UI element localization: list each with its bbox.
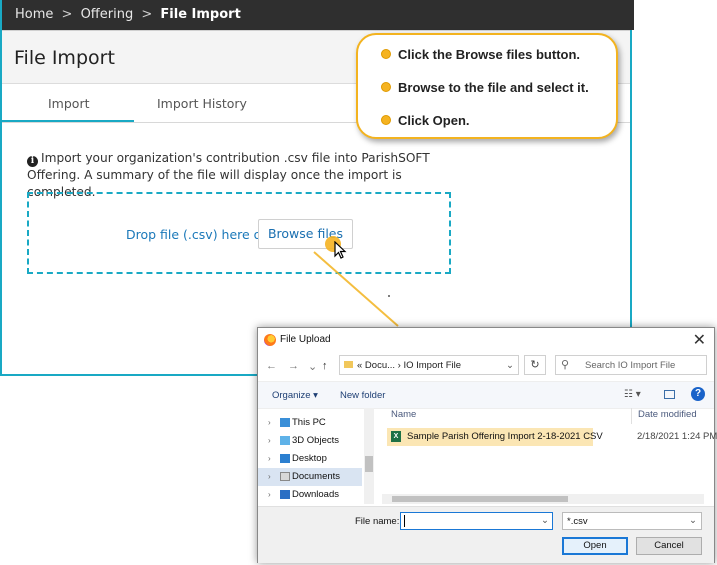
breadcrumb: Home > Offering > File Import — [2, 0, 634, 30]
breadcrumb-home[interactable]: Home — [15, 7, 53, 22]
nav-item-this-pc[interactable]: › This PC — [258, 414, 362, 432]
chevron-down-icon[interactable]: ⌄ — [506, 360, 514, 371]
navigation-pane: › This PC › 3D Objects › Desktop › Docum… — [258, 408, 376, 504]
forward-icon[interactable]: → — [288, 360, 299, 372]
scrollbar-thumb[interactable] — [392, 496, 568, 502]
excel-file-icon: X — [391, 431, 401, 442]
open-button[interactable]: Open — [562, 537, 628, 555]
dialog-toolbar: Organize ▾ New folder ☷ ▾ ? — [258, 381, 714, 409]
3d-objects-icon — [280, 436, 290, 445]
dropzone-text: Drop file (.csv) here or — [126, 227, 267, 242]
bullet-icon — [381, 49, 391, 59]
close-icon[interactable]: ✕ — [693, 330, 706, 350]
documents-icon — [280, 472, 290, 481]
instructions-callout: Click the Browse files button. Browse to… — [356, 33, 618, 139]
expand-icon[interactable]: › — [268, 450, 271, 468]
text-caret — [404, 515, 405, 527]
nav-scrollbar[interactable] — [364, 408, 374, 504]
desktop-icon — [280, 454, 290, 463]
file-list-scrollbar[interactable] — [382, 494, 704, 504]
active-tab-indicator — [2, 120, 134, 122]
computer-icon — [280, 418, 290, 427]
file-dropzone[interactable]: Drop file (.csv) here or Browse files — [27, 192, 451, 274]
file-name-label: File name: — [355, 516, 400, 527]
breadcrumb-offering[interactable]: Offering — [81, 7, 134, 22]
address-row: ← → ⌄ ↑ « Docu... › IO Import File ⌄ ↻ ⚲… — [258, 353, 714, 379]
address-path: « Docu... › IO Import File — [357, 360, 461, 371]
dialog-footer: File name: ⌄ *.csv ⌄ Open Cancel — [258, 506, 714, 563]
breadcrumb-current: File Import — [160, 7, 241, 22]
column-header-name[interactable]: Name — [391, 409, 416, 420]
folder-icon — [344, 361, 353, 368]
column-divider[interactable] — [631, 408, 632, 424]
chevron-down-icon[interactable]: ⌄ — [541, 515, 549, 526]
file-row[interactable]: X Sample Parish Offering Import 2-18-202… — [387, 428, 603, 446]
callout-step: Click Open. — [381, 113, 470, 128]
search-icon: ⚲ — [561, 359, 570, 371]
file-type-select[interactable]: *.csv ⌄ — [562, 512, 702, 530]
tab-import-history[interactable]: Import History — [157, 96, 247, 111]
search-input[interactable]: ⚲ Search IO Import File — [555, 355, 707, 375]
new-folder-button[interactable]: New folder — [340, 390, 385, 401]
help-icon[interactable]: ? — [691, 387, 705, 401]
dialog-title: File Upload — [280, 334, 331, 345]
file-name-input[interactable]: ⌄ — [400, 512, 553, 530]
refresh-icon[interactable]: ↻ — [524, 355, 546, 375]
cursor-icon — [334, 241, 347, 259]
organize-menu[interactable]: Organize ▾ — [272, 390, 318, 401]
downloads-icon — [280, 490, 290, 499]
chevron-down-icon[interactable]: ⌄ — [308, 360, 317, 373]
info-icon: i — [27, 156, 38, 167]
scrollbar-thumb[interactable] — [365, 456, 373, 472]
bullet-icon — [381, 82, 391, 92]
callout-step: Browse to the file and select it. — [381, 80, 589, 95]
dialog-titlebar: File Upload ✕ — [258, 328, 714, 352]
view-options-icon[interactable]: ☷ ▾ — [624, 389, 641, 400]
search-placeholder: Search IO Import File — [585, 360, 676, 371]
chevron-down-icon[interactable]: ⌄ — [689, 515, 697, 526]
expand-icon[interactable]: › — [268, 486, 271, 504]
expand-icon[interactable]: › — [268, 414, 271, 432]
file-type-value: *.csv — [567, 516, 588, 527]
nav-item-downloads[interactable]: › Downloads — [258, 486, 362, 504]
file-list: Name Date modified X Sample Parish Offer… — [382, 408, 717, 504]
nav-item-3d-objects[interactable]: › 3D Objects — [258, 432, 362, 450]
back-icon[interactable]: ← — [266, 360, 277, 372]
preview-pane-icon[interactable] — [664, 390, 675, 399]
breadcrumb-separator: > — [141, 7, 153, 22]
address-bar[interactable]: « Docu... › IO Import File ⌄ — [339, 355, 519, 375]
bullet-icon — [381, 115, 391, 125]
callout-step: Click the Browse files button. — [381, 47, 580, 62]
nav-item-documents[interactable]: › Documents — [258, 468, 362, 486]
firefox-icon — [264, 334, 276, 346]
expand-icon[interactable]: › — [268, 432, 271, 450]
cancel-button[interactable]: Cancel — [636, 537, 702, 555]
page-title: File Import — [14, 47, 115, 69]
up-icon[interactable]: ↑ — [322, 360, 328, 372]
file-name: Sample Parish Offering Import 2-18-2021 … — [407, 431, 603, 442]
file-upload-dialog: File Upload ✕ ← → ⌄ ↑ « Docu... › IO Imp… — [257, 327, 717, 563]
file-date: 2/18/2021 1:24 PM — [637, 431, 717, 442]
column-header-date[interactable]: Date modified — [638, 409, 697, 420]
expand-icon[interactable]: › — [268, 468, 271, 486]
tab-import[interactable]: Import — [48, 96, 90, 111]
breadcrumb-separator: > — [61, 7, 73, 22]
nav-item-desktop[interactable]: › Desktop — [258, 450, 362, 468]
